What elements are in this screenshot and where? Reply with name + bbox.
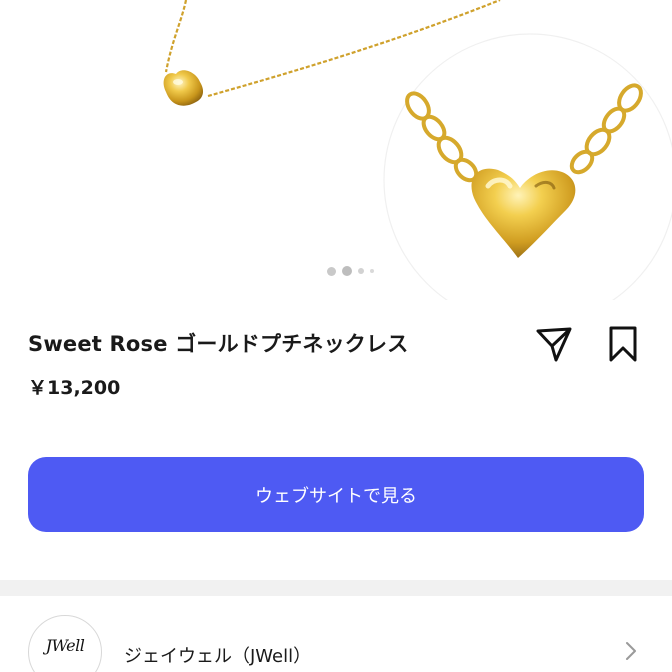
product-image[interactable] [0, 0, 672, 300]
bookmark-button[interactable] [603, 324, 643, 364]
seller-row[interactable]: JWell ジェイウェル（JWell） [0, 596, 672, 672]
section-divider [0, 580, 672, 596]
send-icon [536, 327, 572, 362]
share-button[interactable] [534, 324, 574, 364]
product-title: Sweet Rose ゴールドプチネックレス [28, 332, 409, 356]
product-price: ￥13,200 [28, 377, 121, 399]
seller-name: ジェイウェル（JWell） [124, 646, 312, 667]
seller-avatar: JWell [28, 615, 102, 672]
carousel-dot[interactable] [326, 266, 336, 276]
visit-website-label: ウェブサイトで見る [255, 485, 417, 507]
carousel-dot-active[interactable] [341, 266, 352, 276]
seller-logo: JWell [45, 635, 85, 655]
visit-website-button[interactable]: ウェブサイトで見る [28, 457, 644, 532]
carousel-dot[interactable] [357, 268, 364, 274]
chevron-right-icon [626, 642, 636, 660]
bookmark-icon [609, 326, 637, 362]
carousel-dot[interactable] [369, 269, 374, 273]
carousel-indicator [0, 266, 672, 276]
necklace-image [163, 0, 672, 300]
